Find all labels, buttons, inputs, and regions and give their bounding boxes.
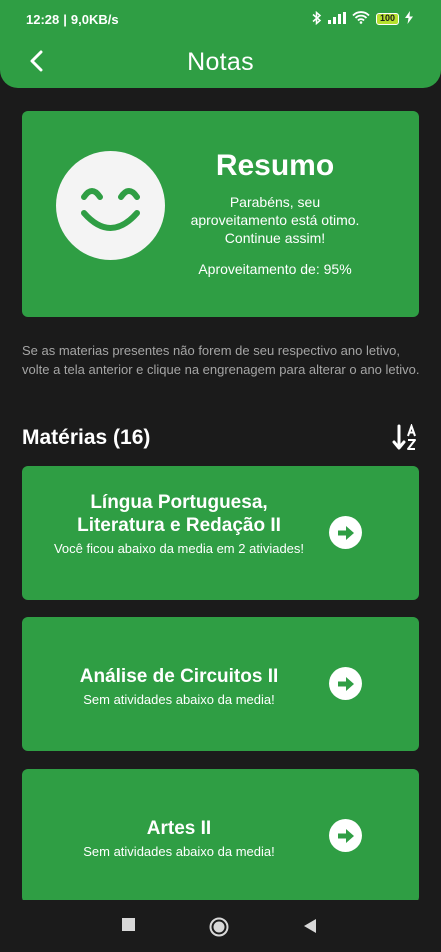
arrow-right-icon xyxy=(337,676,354,691)
system-nav-bar xyxy=(0,900,441,952)
summary-card: Resumo Parabéns, seu aproveitamento está… xyxy=(22,111,419,317)
subject-note: Sem atividades abaixo da media! xyxy=(83,844,275,859)
app-header: 12:28 | 9,0KB/s 100 Notas xyxy=(0,0,441,88)
subject-note: Sem atividades abaixo da media! xyxy=(83,692,275,707)
bluetooth-icon xyxy=(312,10,322,28)
circle-icon xyxy=(209,917,229,937)
triangle-back-icon xyxy=(304,919,316,933)
charging-icon xyxy=(405,11,413,27)
recent-apps-button[interactable] xyxy=(122,918,136,937)
summary-title: Resumo xyxy=(215,149,335,182)
arrow-right-icon xyxy=(337,525,354,540)
status-separator: | xyxy=(63,11,67,27)
sort-az-icon[interactable] xyxy=(392,422,420,452)
subject-name: Língua Portuguesa, Literatura e Redação … xyxy=(77,492,281,536)
page-title: Notas xyxy=(187,48,254,76)
subject-card[interactable]: Artes II Sem atividades abaixo da media! xyxy=(22,769,419,903)
status-speed: 9,0KB/s xyxy=(70,11,119,27)
subject-note: Você ficou abaixo da media em 2 ativiade… xyxy=(53,541,305,556)
nav-back-button[interactable] xyxy=(303,918,317,939)
subject-card[interactable]: Análise de Circuitos II Sem atividades a… xyxy=(22,617,419,751)
status-time: 12:28 xyxy=(26,11,60,27)
square-icon xyxy=(122,918,135,931)
open-subject-button[interactable] xyxy=(329,516,362,549)
home-button[interactable] xyxy=(209,917,229,942)
performance-text: Aproveitamento de: 95% xyxy=(198,261,352,277)
subject-name: Artes II xyxy=(146,818,212,839)
open-subject-button[interactable] xyxy=(329,819,362,852)
smiley-face-icon xyxy=(56,151,165,260)
section-title: Matérias (16) xyxy=(22,426,151,449)
battery-level: 100 xyxy=(375,13,399,25)
summary-message: Parabéns, seu aproveitamento está otimo.… xyxy=(190,194,360,246)
subject-name: Análise de Circuitos II xyxy=(79,666,279,687)
subject-card[interactable]: Língua Portuguesa, Literatura e Redação … xyxy=(22,466,419,600)
status-bar: 12:28 | 9,0KB/s 100 xyxy=(0,0,441,38)
wifi-icon xyxy=(352,11,370,27)
open-subject-button[interactable] xyxy=(329,667,362,700)
arrow-right-icon xyxy=(337,828,354,843)
signal-icon xyxy=(327,11,346,27)
info-text: Se as materias presentes não forem de se… xyxy=(22,343,420,377)
